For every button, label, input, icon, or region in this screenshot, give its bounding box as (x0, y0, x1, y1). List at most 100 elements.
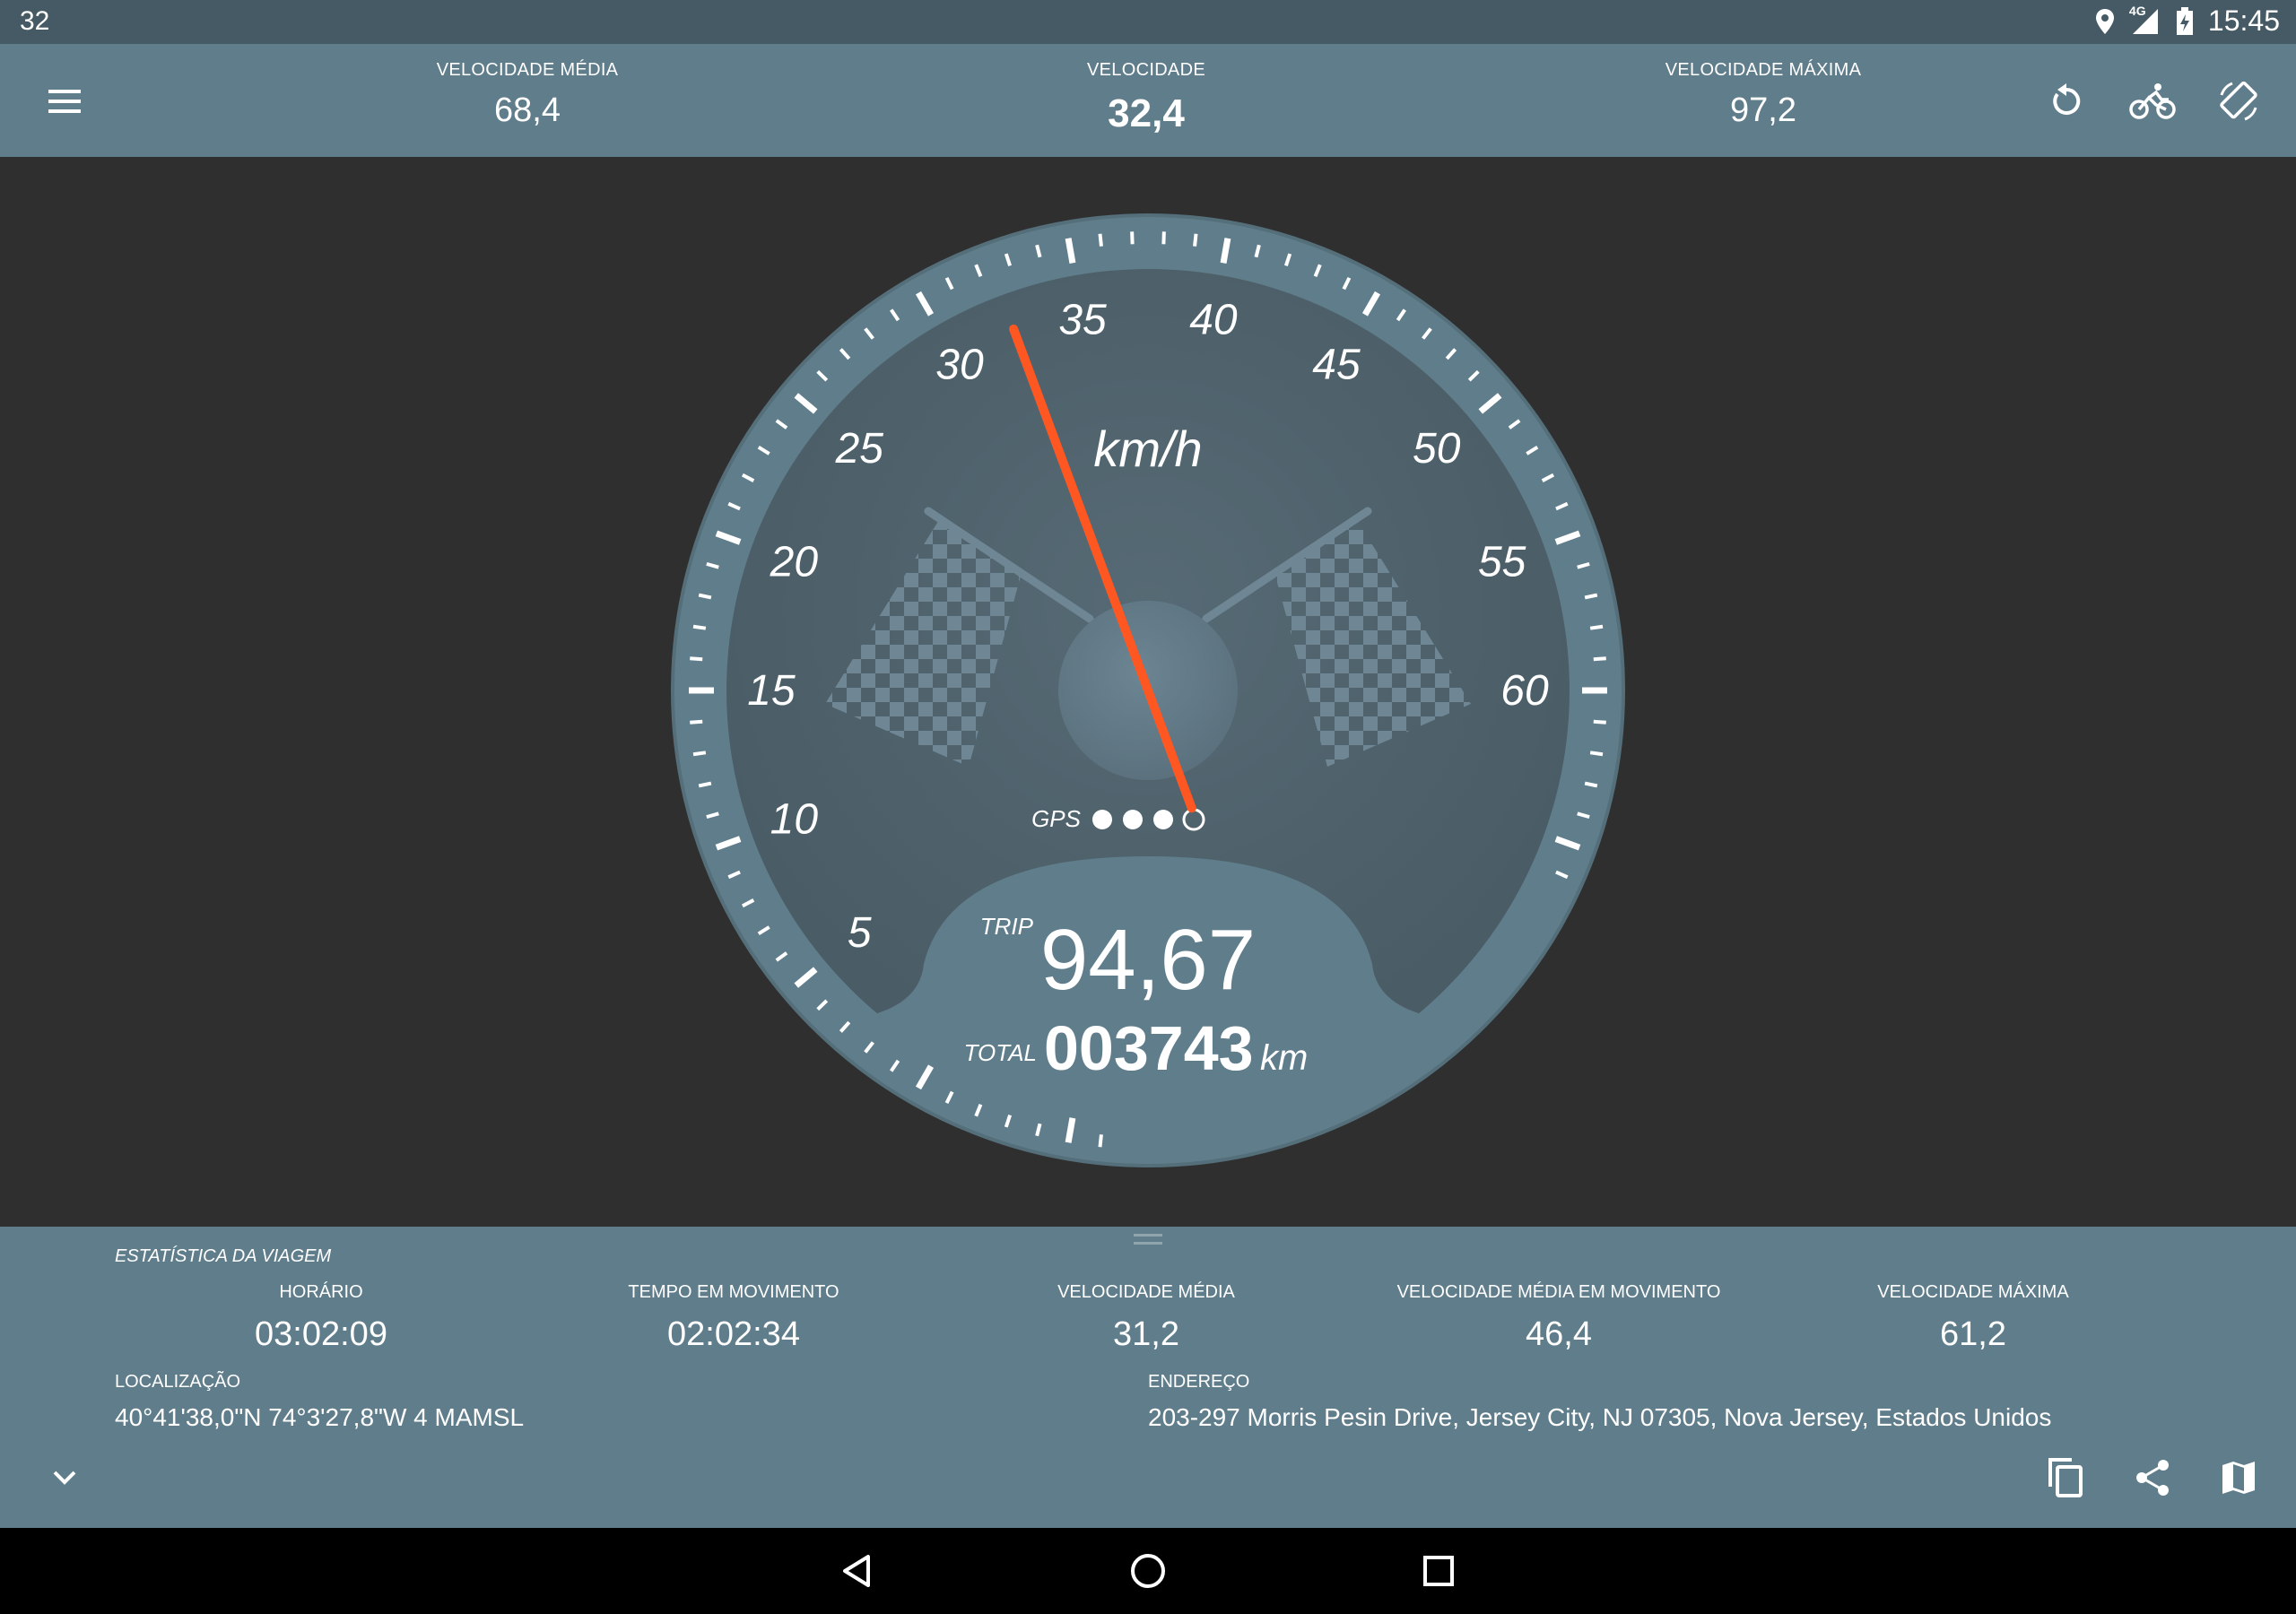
location-block: LOCALIZAÇÃO 40°41'38,0"N 74°3'27,8"W 4 M… (115, 1372, 524, 1432)
tick-label: 45 (1312, 341, 1361, 388)
location-label: LOCALIZAÇÃO (115, 1372, 241, 1392)
address-value: 203-297 Morris Pesin Drive, Jersey City,… (1148, 1403, 2052, 1431)
gps-dot (1153, 810, 1173, 829)
stat-max-speed-label: VELOCIDADE MÁXIMA (1877, 1282, 2069, 1302)
stat-avg-speed-label: VELOCIDADE MÉDIA (1057, 1282, 1235, 1302)
rotate-icon (2220, 81, 2257, 121)
total-value: 003743 (1044, 1013, 1254, 1083)
stat-avg-moving-speed-value: 46,4 (1526, 1315, 1592, 1353)
major-tick (1065, 1117, 1076, 1143)
status-left-text: 32 (20, 6, 50, 36)
minor-tick (1584, 593, 1598, 600)
minor-tick (698, 593, 712, 600)
gauge-unit: km/h (1093, 421, 1202, 477)
map-icon (2222, 1462, 2255, 1494)
minor-tick (692, 624, 707, 630)
minor-tick (1589, 624, 1604, 630)
stat-time-value: 03:02:09 (255, 1315, 387, 1353)
location-icon (2095, 8, 2114, 34)
address-label: ENDEREÇO (1148, 1372, 1250, 1392)
max-speed-label: VELOCIDADE MÁXIMA (1665, 60, 1862, 80)
total-label: TOTAL (964, 1039, 1037, 1066)
minor-tick (1584, 781, 1598, 788)
tick-label: 5 (848, 909, 872, 957)
minor-tick (698, 781, 712, 788)
stat-moving-time-label: TEMPO EM MOVIMENTO (628, 1282, 839, 1302)
home-button[interactable] (1123, 1546, 1173, 1596)
stat-time-label: HORÁRIO (279, 1282, 363, 1302)
max-speed-value: 97,2 (1730, 91, 1796, 129)
stat-max-speed: VELOCIDADE MÁXIMA 61,2 (1767, 1282, 2179, 1354)
copy-icon (2048, 1458, 2083, 1497)
trip-label: TRIP (980, 913, 1034, 940)
share-button[interactable] (2127, 1453, 2178, 1503)
major-tick (1065, 238, 1076, 264)
address-block: ENDEREÇO 203-297 Morris Pesin Drive, Jer… (1148, 1372, 2051, 1432)
max-speed-stat: VELOCIDADE MÁXIMA 97,2 (1575, 60, 1952, 130)
tick-label: 20 (770, 538, 819, 586)
total-unit: km (1260, 1038, 1308, 1078)
battery-icon (2176, 6, 2193, 35)
stat-max-speed-value: 61,2 (1940, 1315, 2006, 1353)
gps-label: GPS (1031, 805, 1082, 832)
tick-label: 25 (835, 425, 884, 473)
speed-stat: VELOCIDADE 32,4 (958, 60, 1335, 136)
stat-avg-speed: VELOCIDADE MÉDIA 31,2 (940, 1282, 1352, 1354)
copy-button[interactable] (2039, 1453, 2090, 1503)
map-button[interactable] (2213, 1453, 2264, 1503)
stat-moving-time: TEMPO EM MOVIMENTO 02:02:34 (527, 1282, 940, 1354)
trip-stats-title: ESTATÍSTICA DA VIAGEM (115, 1246, 332, 1266)
reset-icon (2053, 83, 2081, 115)
menu-button[interactable] (39, 76, 90, 126)
stat-avg-speed-value: 31,2 (1113, 1315, 1179, 1353)
home-icon (1131, 1554, 1165, 1588)
network-type: 4G (2128, 3, 2146, 18)
location-value: 40°41'38,0"N 74°3'27,8"W 4 MAMSL (115, 1403, 525, 1431)
app-bar: VELOCIDADE MÉDIA 68,4 VELOCIDADE 32,4 VE… (0, 44, 2296, 157)
tick-label: 30 (935, 341, 984, 388)
minor-tick (1593, 719, 1606, 725)
gps-dot (1092, 810, 1112, 829)
collapse-icon (53, 1471, 76, 1485)
minor-tick (1193, 233, 1198, 247)
minor-tick (690, 719, 703, 725)
share-icon (2136, 1460, 2169, 1496)
nav-bar (0, 1528, 2296, 1614)
speedometer-gauge: 051015202530354045505560 km/h GPS TRIP 9… (671, 213, 1625, 1167)
major-tick (1220, 238, 1231, 264)
stat-moving-time-value: 02:02:34 (667, 1315, 800, 1353)
recents-icon (1423, 1556, 1454, 1586)
trip-value: 94,67 (1040, 912, 1256, 1008)
trip-stats-sheet: ESTATÍSTICA DA VIAGEM HORÁRIO 03:02:09 T… (0, 1227, 2296, 1528)
reset-button[interactable] (2041, 76, 2092, 126)
tick-label: 40 (1189, 296, 1238, 343)
minor-tick (1593, 656, 1606, 662)
bike-mode-button[interactable] (2127, 76, 2178, 126)
back-button[interactable] (832, 1546, 883, 1596)
minor-tick (690, 656, 703, 662)
gps-dot (1123, 810, 1143, 829)
speed-label: VELOCIDADE (1087, 60, 1205, 80)
avg-speed-value: 68,4 (494, 91, 561, 129)
tick-label: 15 (747, 667, 796, 715)
avg-speed-label: VELOCIDADE MÉDIA (436, 60, 619, 80)
minor-tick (1589, 751, 1604, 757)
avg-speed-stat: VELOCIDADE MÉDIA 68,4 (339, 60, 716, 130)
rotate-button[interactable] (2213, 76, 2264, 126)
stat-time: HORÁRIO 03:02:09 (115, 1282, 527, 1354)
stat-avg-moving-speed: VELOCIDADE MÉDIA EM MOVIMENTO 46,4 (1352, 1282, 1765, 1354)
tick-label: 50 (1413, 425, 1461, 473)
speed-value: 32,4 (1108, 91, 1185, 135)
status-bar: 32 4G 15:45 (0, 0, 2296, 44)
minor-tick (692, 751, 707, 757)
bike-icon (2129, 83, 2176, 119)
recents-button[interactable] (1413, 1546, 1464, 1596)
tick-label: 55 (1478, 538, 1526, 586)
signal-icon: 4G (2128, 3, 2161, 36)
menu-icon (48, 90, 81, 113)
speedometer-area: 051015202530354045505560 km/h GPS TRIP 9… (0, 157, 2296, 1227)
status-time: 15:45 (2207, 4, 2280, 37)
tick-label: 10 (770, 796, 819, 844)
sheet-drag-handle[interactable] (1134, 1234, 1162, 1245)
collapse-button[interactable] (39, 1453, 90, 1503)
